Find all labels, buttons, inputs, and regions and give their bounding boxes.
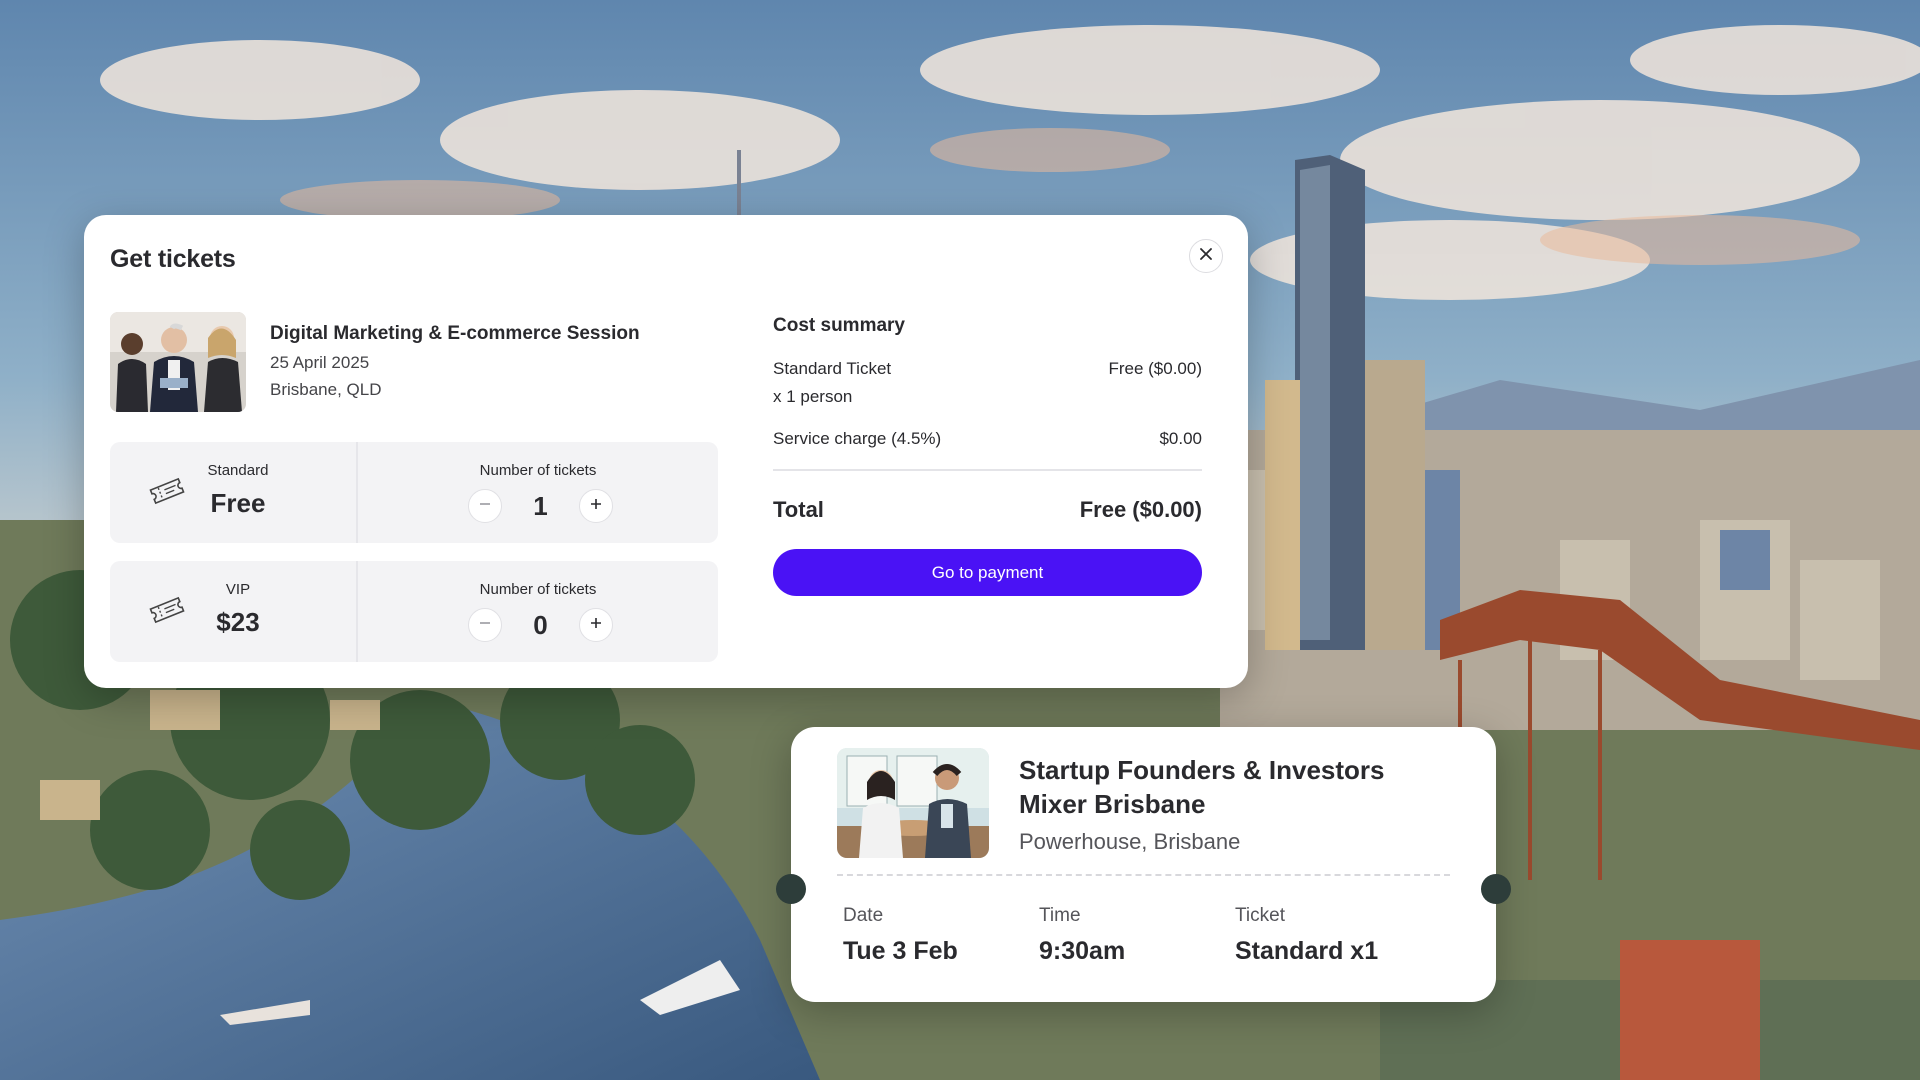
quantity-stepper: 0	[468, 607, 613, 643]
summary-line-label: Service charge (4.5%)	[773, 429, 942, 448]
ticket-row-standard: Standard Free Number of tickets 1	[110, 442, 718, 543]
ticket-row-vip: VIP $23 Number of tickets 0	[110, 561, 718, 662]
card-ticket: Ticket Standard x1	[1235, 905, 1378, 966]
card-ticket-label: Ticket	[1235, 905, 1285, 926]
ticket-price: $23	[216, 607, 260, 637]
ticket-price: Free	[210, 488, 266, 518]
card-divider	[837, 874, 1450, 876]
minus-icon	[478, 497, 492, 516]
summary-line-value: $0.00	[1159, 429, 1202, 448]
ticket-count-label: Number of tickets	[479, 462, 597, 479]
summary-divider	[773, 469, 1202, 471]
card-time: Time 9:30am	[1039, 905, 1125, 966]
quantity-stepper: 1	[468, 488, 613, 524]
increment-button[interactable]	[579, 608, 613, 642]
summary-line-label: Standard Ticket	[773, 359, 892, 378]
plus-icon	[589, 497, 603, 516]
event-date: 25 April 2025	[270, 353, 370, 372]
decrement-button[interactable]	[468, 489, 502, 523]
card-ticket-value: Standard x1	[1235, 937, 1379, 965]
ticket-type-label: VIP	[225, 581, 251, 598]
event-ticket-card: Startup Founders & Investors Mixer Brisb…	[776, 727, 1511, 1002]
ticket-type-panel: VIP $23	[110, 561, 358, 662]
card-thumbnail	[837, 748, 989, 858]
summary-line-sub: x 1 person	[773, 387, 853, 406]
summary-line-value: Free ($0.00)	[1108, 359, 1202, 378]
ticket-count-value: 0	[533, 609, 548, 640]
minus-icon	[478, 616, 492, 635]
card-event-venue: Powerhouse, Brisbane	[1019, 829, 1241, 854]
go-to-payment-button[interactable]: Go to payment	[773, 549, 1202, 596]
card-date-label: Date	[843, 905, 884, 926]
total-label: Total	[773, 497, 824, 522]
close-button[interactable]	[1189, 239, 1223, 273]
plus-icon	[589, 616, 603, 635]
get-tickets-modal: Get tickets Digital Marketing & E-commer…	[84, 215, 1248, 688]
modal-title: Get tickets	[110, 245, 236, 273]
event-info: Digital Marketing & E-commerce Session 2…	[270, 323, 640, 407]
event-name: Digital Marketing & E-commerce Session	[270, 323, 640, 344]
ticket-notch	[776, 874, 806, 904]
close-icon	[1199, 247, 1213, 266]
card-event-title: Startup Founders & Investors Mixer Brisb…	[1019, 755, 1385, 819]
ticket-type-panel: Standard Free	[110, 442, 358, 543]
ticket-notch	[1481, 874, 1511, 904]
summary-line-service: Service charge (4.5%) $0.00	[773, 429, 1202, 449]
card-time-label: Time	[1039, 905, 1081, 926]
increment-button[interactable]	[579, 489, 613, 523]
decrement-button[interactable]	[468, 608, 502, 642]
summary-line-standard: Standard Ticket x 1 person Free ($0.00)	[773, 359, 1202, 407]
card-date-value: Tue 3 Feb	[843, 937, 958, 965]
cost-summary-title: Cost summary	[773, 315, 905, 336]
ticket-count-label: Number of tickets	[479, 581, 597, 598]
total-value: Free ($0.00)	[1079, 497, 1202, 522]
summary-total: Total Free ($0.00)	[773, 497, 1202, 523]
event-location: Brisbane, QLD	[270, 380, 382, 399]
card-date: Date Tue 3 Feb	[843, 905, 958, 966]
ticket-count-panel: Number of tickets 0	[358, 561, 718, 662]
ticket-count-panel: Number of tickets 1	[358, 442, 718, 543]
ticket-type-label: Standard	[207, 462, 269, 479]
card-time-value: 9:30am	[1039, 937, 1126, 965]
cost-summary: Cost summary Standard Ticket x 1 person …	[773, 315, 1202, 596]
event-thumbnail	[110, 312, 246, 412]
ticket-count-value: 1	[533, 490, 548, 521]
